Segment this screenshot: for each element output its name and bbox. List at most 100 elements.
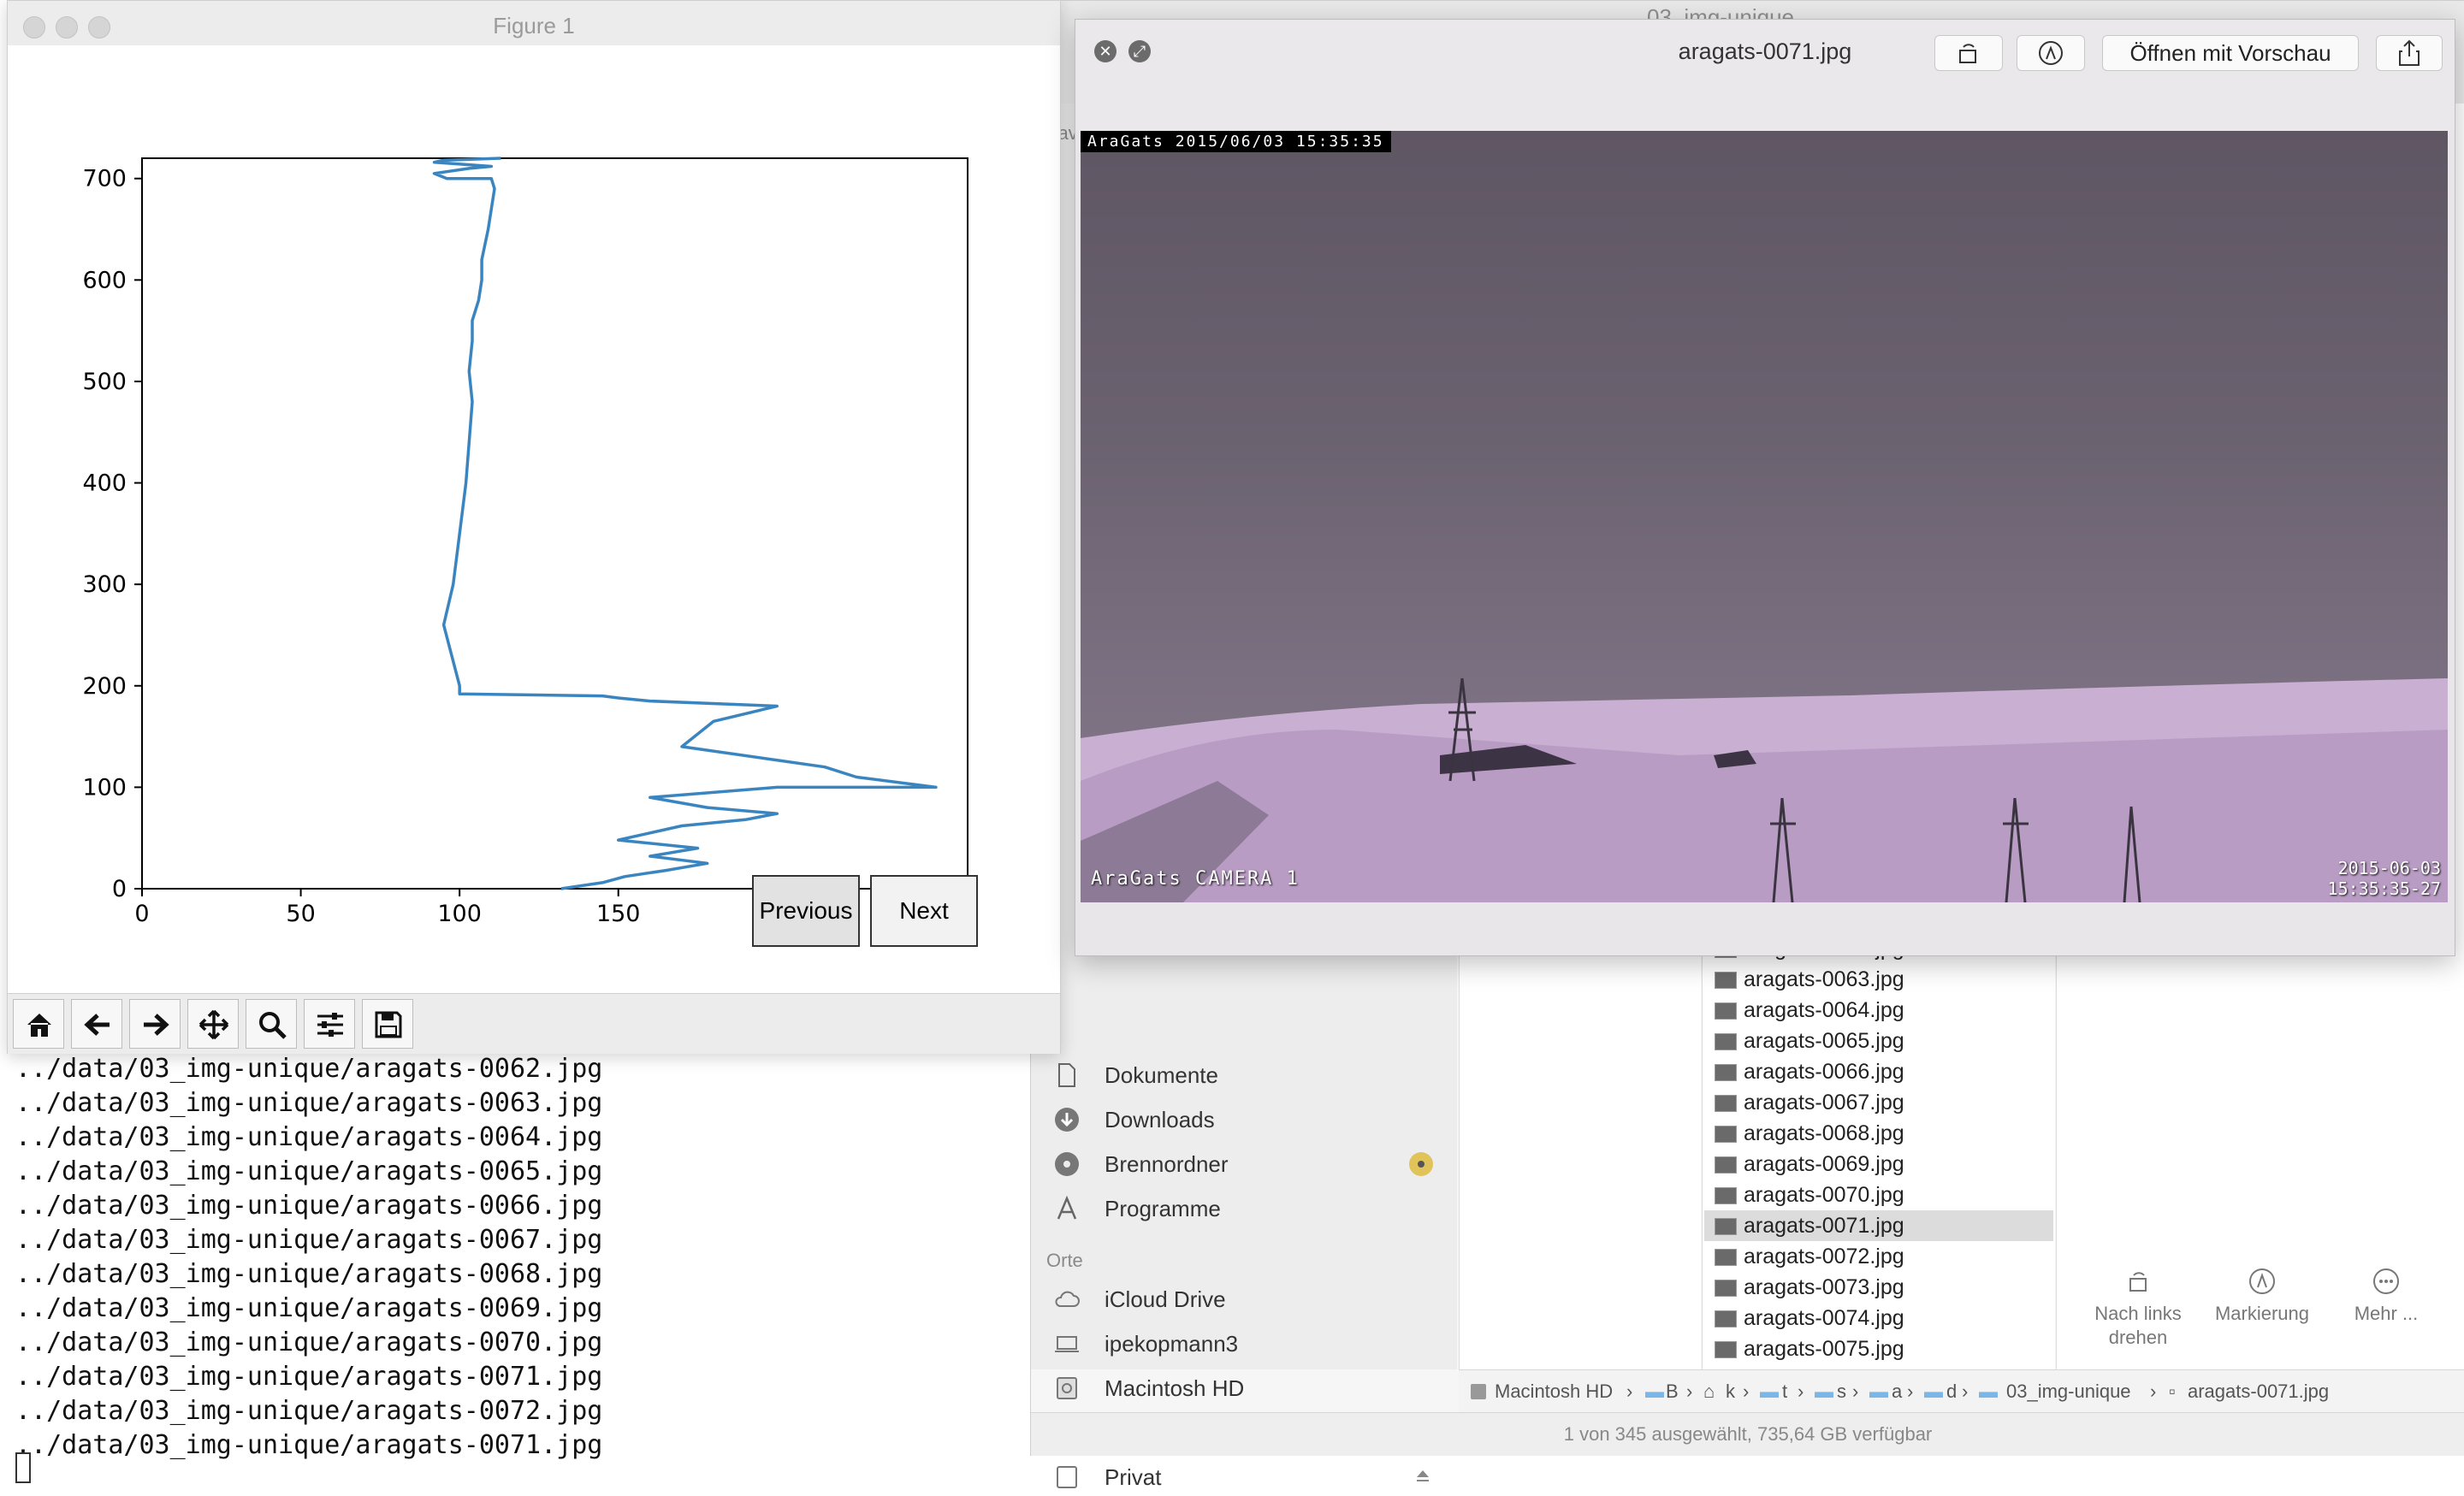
path-item[interactable]: t (1782, 1370, 1787, 1413)
file-row[interactable]: aragats-0063.jpg (1704, 964, 2053, 995)
laptop-icon (1055, 1336, 1079, 1352)
status-bar: 1 von 345 ausgewählt, 735,64 GB verfügba… (1031, 1412, 2464, 1456)
image-file-icon (1715, 1064, 1737, 1081)
file-row[interactable]: aragats-0074.jpg (1704, 1303, 2053, 1333)
markup-icon (2249, 1268, 2275, 1294)
path-item[interactable]: d (1946, 1370, 1957, 1413)
home-icon (27, 1014, 51, 1037)
image-file-icon (1715, 1095, 1737, 1112)
image-file-icon (1715, 1156, 1737, 1174)
disk-icon (1471, 1384, 1486, 1399)
previous-button[interactable]: Previous (752, 875, 860, 947)
markup-button[interactable] (2017, 35, 2085, 71)
path-item[interactable]: Macintosh HD (1495, 1370, 1613, 1413)
x-tick-label: 50 (286, 901, 315, 927)
home-button[interactable] (13, 999, 64, 1049)
terminal-line: ../data/03_img-unique/aragats-0068.jpg (15, 1259, 603, 1289)
file-row[interactable]: aragats-0066.jpg (1704, 1056, 2053, 1087)
burn-icon[interactable] (1407, 1150, 1435, 1178)
matplotlib-toolbar (8, 993, 1060, 1054)
image-file-icon (1715, 1249, 1737, 1266)
image-file-icon (1715, 1310, 1737, 1327)
more-action[interactable]: Mehr ... (2339, 1267, 2433, 1326)
zoom-icon (259, 1012, 287, 1039)
plot-area: 0 50 100 150 0 100 200 300 400 500 600 700 Previous… (8, 45, 1060, 993)
file-row[interactable]: aragats-0067.jpg (1704, 1087, 2053, 1118)
image-file-icon (1715, 1033, 1737, 1050)
rotate-left-icon (2129, 1272, 2147, 1292)
file-row[interactable]: aragats-0075.jpg (1704, 1333, 2053, 1364)
rotate-button[interactable] (1934, 35, 2003, 71)
path-item[interactable]: a (1892, 1370, 1902, 1413)
terminal-line: ../data/03_img-unique/aragats-0070.jpg (15, 1327, 603, 1357)
pan-icon (198, 1009, 229, 1040)
image-file-icon (1715, 1187, 1737, 1204)
save-button[interactable] (362, 999, 413, 1049)
disk-icon (1057, 1377, 1077, 1399)
terminal-line: ../data/03_img-unique/aragats-0072.jpg (15, 1396, 603, 1426)
file-row[interactable]: aragats-0068.jpg (1704, 1118, 2053, 1149)
save-icon (375, 1011, 402, 1038)
figure-window: Figure 1 0 50 100 150 0 100 200 300 400 500 600 700… (7, 0, 1061, 1054)
figure-title: Figure 1 (493, 13, 575, 38)
disk-icon (1057, 1466, 1077, 1488)
y-tick-label: 100 (82, 774, 127, 801)
file-row[interactable]: aragats-0069.jpg (1704, 1149, 2053, 1180)
x-tick-label: 0 (134, 901, 149, 927)
line-chart[interactable]: 0 50 100 150 0 100 200 300 400 500 600 700 (8, 45, 1060, 993)
document-icon (1058, 1063, 1075, 1087)
path-separator: › (1686, 1381, 1693, 1402)
folder-icon: ▬ (1760, 1381, 1779, 1402)
file-row[interactable]: aragats-0073.jpg (1704, 1272, 2053, 1303)
path-separator: › (1962, 1381, 1969, 1402)
y-tick-label: 400 (82, 470, 127, 497)
folder-icon: ▬ (1924, 1381, 1943, 1402)
open-with-preview-button[interactable]: Öffnen mit Vorschau (2102, 35, 2359, 71)
figure-titlebar: Figure 1 (8, 1, 1060, 46)
image-time: 15:35:35-27 (2327, 878, 2441, 899)
folder-icon: ▬ (1979, 1381, 1998, 1402)
path-bar: Macintosh HD › ▬ B › ⌂ k › ▬ t › ▬ s › ▬… (1459, 1369, 2464, 1413)
rotate-left-action[interactable]: Nach links drehen (2074, 1267, 2202, 1350)
image-file-icon (1715, 1341, 1737, 1358)
pan-button[interactable] (187, 999, 239, 1049)
terminal-line: ../data/03_img-unique/aragats-0065.jpg (15, 1156, 603, 1186)
next-button[interactable]: Next (870, 875, 978, 947)
folder-icon: ▬ (1645, 1381, 1664, 1402)
configure-subplots-button[interactable] (304, 999, 355, 1049)
icloud-icon (1055, 1291, 1080, 1307)
file-row[interactable]: aragats-0070.jpg (1704, 1180, 2053, 1210)
file-row-selected[interactable]: aragats-0071.jpg (1704, 1210, 2053, 1241)
path-item[interactable]: B (1666, 1370, 1679, 1413)
back-button[interactable] (71, 999, 122, 1049)
file-row[interactable]: aragats-0064.jpg (1704, 995, 2053, 1026)
path-item[interactable]: k (1726, 1370, 1735, 1413)
terminal-line: ../data/03_img-unique/aragats-0071.jpg (15, 1362, 603, 1392)
image-timestamp-overlay: AraGats 2015/06/03 15:35:35 (1081, 131, 1391, 152)
terminal-line: ../data/03_img-unique/aragats-0062.jpg (15, 1054, 603, 1084)
terminal-cursor[interactable] (15, 1452, 31, 1483)
zoom-button[interactable] (246, 999, 297, 1049)
image-file-icon (1715, 1218, 1737, 1235)
forward-arrow-icon (144, 1014, 169, 1036)
y-tick-label: 600 (82, 267, 127, 293)
terminal-line: ../data/03_img-unique/aragats-0069.jpg (15, 1293, 603, 1323)
file-row[interactable]: aragats-0072.jpg (1704, 1241, 2053, 1272)
y-tick-label: 700 (82, 166, 127, 192)
path-item[interactable]: s (1837, 1370, 1846, 1413)
path-item[interactable]: 03_img-unique (2006, 1370, 2131, 1413)
terminal-line: ../data/03_img-unique/aragats-0063.jpg (15, 1088, 603, 1118)
path-separator: › (1852, 1381, 1859, 1402)
x-tick-label: 100 (437, 901, 482, 927)
markup-action[interactable]: Markierung (2202, 1267, 2322, 1326)
image-file-icon (1715, 1002, 1737, 1020)
terminal-line: ../data/03_img-unique/aragats-0066.jpg (15, 1191, 603, 1221)
y-tick-label: 300 (82, 571, 127, 598)
rotate-left-icon (1959, 44, 1976, 63)
eject-icon[interactable] (1414, 1467, 1431, 1484)
share-button[interactable] (2376, 35, 2443, 71)
file-row[interactable]: aragats-0065.jpg (1704, 1026, 2053, 1056)
axes-frame (141, 157, 968, 890)
path-item[interactable]: aragats-0071.jpg (2188, 1370, 2329, 1413)
forward-button[interactable] (129, 999, 181, 1049)
